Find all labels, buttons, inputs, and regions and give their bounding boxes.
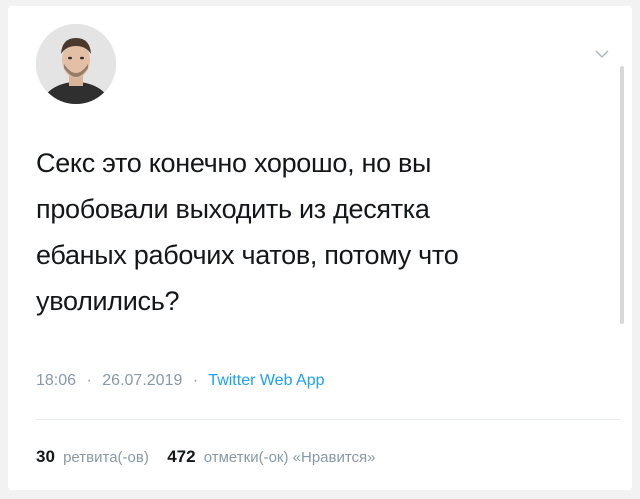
- likes-label: отметки(-ок) «Нравится»: [203, 449, 376, 466]
- avatar[interactable]: [36, 24, 116, 104]
- tweet-text-line: ебаных рабочих чатов, потому что: [36, 240, 459, 270]
- separator: ·: [192, 372, 199, 389]
- tweet-meta: 18:06 · 26.07.2019 · Twitter Web App: [36, 372, 325, 390]
- retweets-stat[interactable]: 30 ретвита(-ов): [36, 447, 153, 466]
- tweet-time[interactable]: 18:06: [36, 372, 76, 389]
- retweets-count: 30: [36, 447, 55, 466]
- separator: ·: [86, 372, 92, 389]
- likes-count: 472: [167, 447, 196, 466]
- tweet-card: Секс это конечно хорошо, но вы пробовали…: [8, 6, 632, 490]
- scrollbar[interactable]: [620, 66, 624, 324]
- chevron-down-icon[interactable]: [594, 46, 610, 59]
- tweet-text-line: уволились?: [36, 286, 180, 316]
- likes-stat[interactable]: 472 отметки(-ок) «Нравится»: [167, 447, 376, 466]
- tweet-stats: 30 ретвита(-ов) 472 отметки(-ок) «Нравит…: [36, 447, 376, 467]
- tweet-source-link[interactable]: Twitter Web App: [208, 372, 324, 389]
- tweet-text-line: пробовали выходить из десятка: [36, 194, 430, 224]
- tweet-text-line: Секс это конечно хорошо, но вы: [36, 148, 432, 178]
- tweet-date[interactable]: 26.07.2019: [102, 372, 182, 389]
- divider: [36, 419, 620, 420]
- tweet-text: Секс это конечно хорошо, но вы пробовали…: [36, 140, 596, 324]
- retweets-label: ретвита(-ов): [63, 449, 149, 466]
